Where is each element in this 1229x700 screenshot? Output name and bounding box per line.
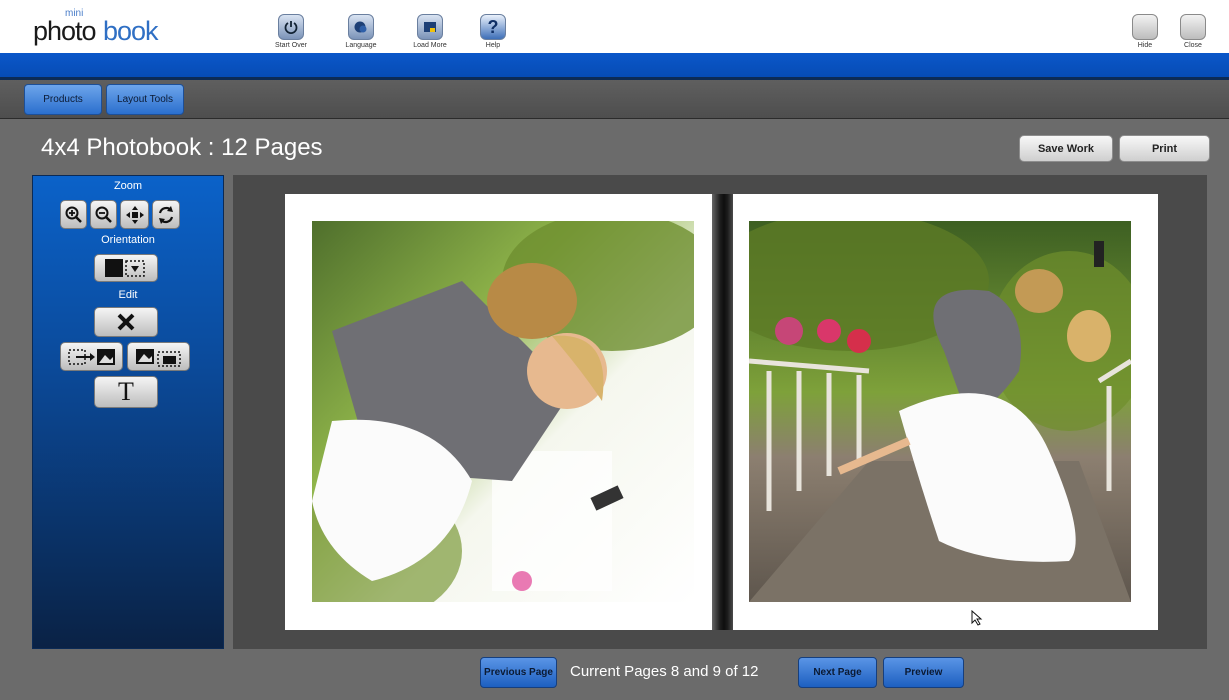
page-title: 4x4 Photobook : 12 Pages <box>41 134 323 161</box>
orientation-button[interactable] <box>94 254 158 282</box>
replace-image-icon <box>67 348 115 365</box>
load-more-button[interactable]: Load More <box>400 14 460 49</box>
rotate-icon <box>158 205 174 224</box>
tab-products[interactable]: Products <box>24 84 102 115</box>
zoom-heading: Zoom <box>113 180 143 192</box>
preview-button[interactable]: Preview <box>883 657 964 688</box>
right-page-photo[interactable] <box>749 221 1131 602</box>
replace-image-button[interactable] <box>60 342 123 371</box>
language-button[interactable]: Language <box>331 14 391 49</box>
delete-button[interactable] <box>94 307 158 337</box>
close-icon <box>1180 14 1206 40</box>
edit-heading: Edit <box>118 289 138 301</box>
load-more-icon <box>417 14 443 40</box>
zoom-in-button[interactable] <box>60 200 87 229</box>
previous-page-button[interactable]: Previous Page <box>480 657 557 688</box>
language-label: Language <box>345 42 377 49</box>
zoom-out-button[interactable] <box>90 200 117 229</box>
move-icon <box>125 205 144 224</box>
next-page-button[interactable]: Next Page <box>798 657 877 688</box>
help-button[interactable]: ? Help <box>463 14 523 49</box>
logo-book: book <box>103 16 159 46</box>
close-button[interactable]: Close <box>1163 14 1223 49</box>
print-button[interactable]: Print <box>1119 135 1210 162</box>
cursor-icon <box>971 610 983 626</box>
start-over-button[interactable]: Start Over <box>261 14 321 49</box>
tab-layout-tools[interactable]: Layout Tools <box>106 84 184 115</box>
start-over-label: Start Over <box>275 42 307 49</box>
language-icon <box>348 14 374 40</box>
logo-photo: photo <box>33 16 97 46</box>
text-tool-icon: T <box>118 377 134 406</box>
load-more-label: Load More <box>413 42 447 49</box>
orientation-icon <box>105 259 145 277</box>
orientation-heading: Orientation <box>101 234 155 246</box>
text-tool-button[interactable]: T <box>94 376 158 408</box>
rotate-button[interactable] <box>152 200 180 229</box>
close-label: Close <box>1184 42 1202 49</box>
swap-image-icon <box>135 348 181 367</box>
delete-icon <box>117 313 135 331</box>
zoom-in-icon <box>65 206 82 223</box>
header-band <box>0 53 1229 80</box>
hide-icon <box>1132 14 1158 40</box>
top-toolbar: mini photo book Start Over Language Load… <box>0 0 1229 53</box>
help-icon: ? <box>480 14 506 40</box>
power-icon <box>278 14 304 40</box>
left-page-photo[interactable] <box>312 221 694 602</box>
zoom-out-icon <box>95 206 112 223</box>
save-work-button[interactable]: Save Work <box>1019 135 1113 162</box>
help-label: Help <box>485 42 501 49</box>
swap-image-button[interactable] <box>127 342 190 371</box>
tool-panel: Zoom Orientation Edit T <box>32 175 224 649</box>
move-button[interactable] <box>120 200 149 229</box>
current-pages-text: Current Pages 8 and 9 of 12 <box>570 663 759 680</box>
tab-bar: Products Layout Tools <box>0 80 1229 119</box>
